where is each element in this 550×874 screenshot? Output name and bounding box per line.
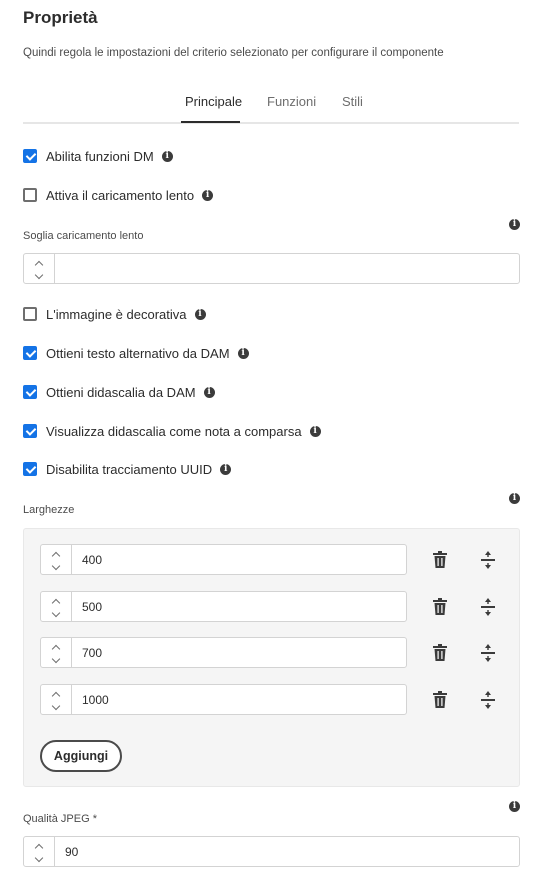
chevron-down-icon[interactable] [51,654,61,664]
checkbox-alt-text[interactable]: Ottieni testo alternativo da DAM i [23,344,249,362]
number-stepper[interactable] [41,545,72,574]
width-value[interactable]: 500 [72,592,406,621]
width-input[interactable]: 1000 [40,684,407,715]
width-input[interactable]: 400 [40,544,407,575]
trash-icon[interactable] [432,644,448,662]
trash-icon[interactable] [432,598,448,616]
info-icon[interactable]: i [161,150,173,162]
width-input[interactable]: 700 [40,637,407,668]
tab-selected-indicator [181,121,240,123]
width-value[interactable]: 700 [72,638,406,667]
info-icon[interactable]: i [509,493,520,504]
info-icon[interactable]: i [194,308,206,320]
chevron-up-icon[interactable] [51,644,61,654]
page-title: Proprietà [23,8,98,27]
checkbox-dm-label: Abilita funzioni DM [46,148,154,164]
tab-funzioni[interactable]: Funzioni [267,94,316,109]
chevron-down-icon[interactable] [51,608,61,618]
checkbox-lazy-loading-label: Attiva il caricamento lento [46,187,195,203]
checkbox-caption-popup-label: Visualizza didascalia come nota a compar… [46,423,302,439]
chevron-up-icon[interactable] [51,598,61,608]
chevron-down-icon[interactable] [34,270,44,280]
reorder-icon[interactable] [480,644,496,662]
info-icon[interactable]: i [220,463,232,475]
info-icon[interactable]: i [203,386,215,398]
info-icon[interactable]: i [509,219,520,230]
checkbox-decorative[interactable]: L'immagine è decorativa i [23,305,206,323]
widths-multifield: 400 500 700 1000 Aggiungi [23,528,520,787]
widths-label: Larghezze [23,504,75,516]
checkbox-caption-popup[interactable]: Visualizza didascalia come nota a compar… [23,422,321,440]
reorder-icon[interactable] [480,598,496,616]
checkbox-caption-popup-box[interactable] [23,424,37,438]
chevron-up-icon[interactable] [34,260,44,270]
chevron-down-icon[interactable] [51,561,61,571]
reorder-icon[interactable] [480,551,496,569]
chevron-up-icon[interactable] [51,691,61,701]
info-icon[interactable]: i [202,189,214,201]
checkbox-uuid[interactable]: Disabilita tracciamento UUID i [23,460,232,478]
info-icon[interactable]: i [509,801,520,812]
lazy-threshold-label: Soglia caricamento lento [23,230,144,242]
chevron-down-icon[interactable] [51,701,61,711]
checkbox-uuid-box[interactable] [23,462,37,476]
checkbox-dm-box[interactable] [23,149,37,163]
number-stepper[interactable] [41,685,72,714]
width-value[interactable]: 1000 [72,685,406,714]
tab-principale[interactable]: Principale [185,94,242,109]
checkbox-lazy-loading[interactable]: Attiva il caricamento lento i [23,186,214,204]
chevron-down-icon[interactable] [34,853,44,863]
jpeg-quality-value[interactable]: 90 [55,837,519,866]
jpeg-quality-label: Qualità JPEG * [23,813,97,825]
checkbox-caption-label: Ottieni didascalia da DAM [46,384,196,400]
checkbox-lazy-loading-box[interactable] [23,188,37,202]
checkbox-decorative-label: L'immagine è decorativa [46,306,187,322]
checkbox-decorative-box[interactable] [23,307,37,321]
info-icon[interactable]: i [309,425,321,437]
width-input[interactable]: 500 [40,591,407,622]
tab-list: Principale Funzioni Stili [23,86,519,124]
add-width-button[interactable]: Aggiungi [40,740,122,772]
number-stepper[interactable] [41,592,72,621]
width-value[interactable]: 400 [72,545,406,574]
lazy-threshold-value[interactable] [55,254,519,283]
jpeg-quality-input[interactable]: 90 [23,836,520,867]
number-stepper[interactable] [41,638,72,667]
number-stepper[interactable] [24,837,55,866]
checkbox-caption-box[interactable] [23,385,37,399]
checkbox-alt-text-label: Ottieni testo alternativo da DAM [46,345,230,361]
trash-icon[interactable] [432,551,448,569]
chevron-up-icon[interactable] [51,551,61,561]
checkbox-alt-text-box[interactable] [23,346,37,360]
tab-stili[interactable]: Stili [342,94,363,109]
number-stepper[interactable] [24,254,55,283]
checkbox-dm[interactable]: Abilita funzioni DM i [23,147,173,165]
trash-icon[interactable] [432,691,448,709]
chevron-up-icon[interactable] [34,843,44,853]
info-icon[interactable]: i [237,347,249,359]
checkbox-caption[interactable]: Ottieni didascalia da DAM i [23,383,215,401]
checkbox-uuid-label: Disabilita tracciamento UUID [46,461,213,477]
page-subtitle: Quindi regola le impostazioni del criter… [23,47,444,59]
lazy-threshold-input[interactable] [23,253,520,284]
reorder-icon[interactable] [480,691,496,709]
